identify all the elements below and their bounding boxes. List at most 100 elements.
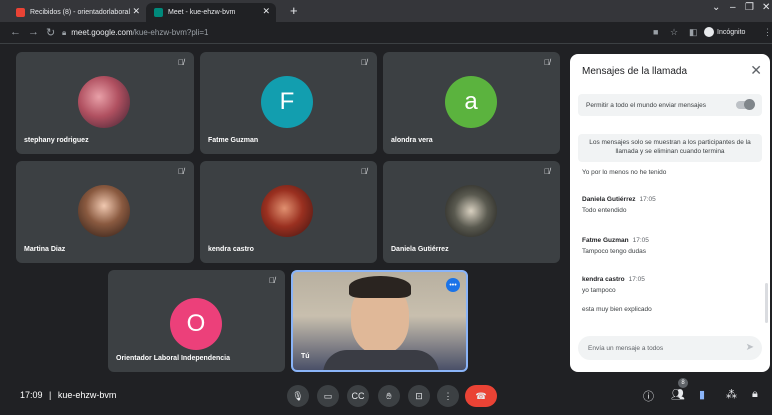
host-controls-icon[interactable]: 🔒︎ — [752, 388, 758, 401]
forward-icon[interactable]: → — [28, 26, 39, 38]
chat-message: Fatme Guzman 17:05 Tampoco tengo dudas — [582, 237, 649, 255]
close-tab-icon[interactable]: ✕ — [132, 6, 140, 17]
raise-hand-button[interactable]: ✋︎ — [378, 385, 400, 407]
camera-indicator-icon[interactable]: ■ — [653, 27, 658, 37]
message-text: Yo por lo menos no he tenido — [582, 169, 667, 176]
participant-name: Daniela Gutiérrez — [391, 246, 449, 253]
close-window-icon[interactable]: ✕ — [762, 2, 770, 13]
message-text: Tampoco tengo dudas — [582, 248, 646, 255]
avatar — [445, 185, 497, 237]
self-video-tile[interactable]: ••• Tú — [291, 270, 468, 372]
message-text: esta muy bien explicado — [582, 306, 652, 313]
chat-panel: Mensajes de la llamada ✕ Permitir a todo… — [570, 54, 770, 372]
incognito-label: Incógnito — [717, 28, 746, 36]
mic-off-icon: 🎙̸ — [178, 58, 184, 67]
message-sender: Daniela Gutiérrez — [582, 196, 636, 203]
message-time: 17:05 — [639, 196, 656, 203]
participant-tile[interactable]: 🎙̸ Daniela Gutiérrez — [383, 161, 560, 263]
browser-tab-strip: Recibidos (8) - orientadorlaboral ✕ Meet… — [0, 0, 772, 22]
tab-label: Meet - kue-ehzw-bvm — [168, 9, 236, 16]
mic-off-icon: 🎙̸ — [361, 167, 367, 176]
message-sender: Fatme Guzman — [582, 237, 629, 244]
present-icon: ⊡ — [415, 390, 423, 401]
meeting-info: 17:09 | kue-ehzw-bvm — [20, 390, 116, 400]
tab-label: Recibidos (8) - orientadorlaboral — [30, 9, 130, 16]
participant-name: Tú — [301, 353, 310, 360]
back-icon[interactable]: ← — [10, 26, 21, 38]
participant-name: stephany rodriguez — [24, 137, 89, 144]
incognito-icon — [704, 27, 714, 37]
chat-title: Mensajes de la llamada — [582, 66, 688, 77]
present-button[interactable]: ⊡ — [408, 385, 430, 407]
avatar: F — [261, 76, 313, 128]
lock-icon: 🔒︎ — [62, 27, 67, 37]
avatar: O — [170, 298, 222, 350]
participant-name: alondra vera — [391, 137, 433, 144]
message-time: 17:05 — [628, 276, 645, 283]
menu-kebab-icon[interactable]: ⋮ — [763, 27, 772, 38]
minimize-icon[interactable]: – — [730, 2, 736, 13]
chat-notice: Los mensajes solo se muestran a los part… — [578, 134, 762, 162]
activities-icon[interactable]: ⁂ — [726, 388, 737, 401]
chat-scrollbar[interactable] — [765, 283, 768, 323]
incognito-indicator[interactable]: Incógnito — [704, 27, 745, 37]
message-time: 17:05 — [632, 237, 649, 244]
permission-label: Permitir a todo el mundo enviar mensajes — [586, 101, 706, 109]
more-options-icon[interactable]: ••• — [446, 278, 460, 292]
participant-tile[interactable]: O 🎙̸ Orientador Laboral Independencia — [108, 270, 285, 372]
permission-toggle[interactable] — [736, 99, 755, 110]
self-video-hair — [349, 276, 411, 298]
hand-icon: ✋︎ — [386, 390, 392, 401]
participant-name: kendra castro — [208, 246, 254, 253]
message-sender: kendra castro — [582, 276, 625, 283]
self-video-shirt — [323, 350, 439, 370]
bookmark-star-icon[interactable]: ☆ — [670, 27, 678, 38]
microphone-button[interactable]: 🎙︎ — [287, 385, 309, 407]
url-field[interactable]: 🔒︎ meet.google.com/kue-ehzw-bvm?pli=1 — [62, 25, 642, 40]
side-panel-icon[interactable]: ◧ — [689, 27, 698, 38]
participant-name: Martina Diaz — [24, 246, 66, 253]
reload-icon[interactable]: ↻ — [46, 26, 55, 39]
participant-tile[interactable]: F 🎙̸ Fatme Guzman — [200, 52, 377, 154]
new-tab-button[interactable]: + — [290, 3, 298, 18]
end-call-button[interactable]: ☎︎ — [465, 385, 497, 407]
kebab-icon: ⋮ — [443, 390, 453, 401]
camera-button[interactable]: ▭ — [317, 385, 339, 407]
tab-search-icon[interactable]: ⌄ — [712, 2, 720, 13]
info-icon[interactable]: ⓘ — [643, 388, 654, 404]
message-input[interactable]: Envía un mensaje a todos ➤ — [578, 336, 762, 360]
mic-off-icon: 🎙̸ — [361, 58, 367, 67]
close-icon[interactable]: ✕ — [750, 62, 762, 79]
phone-hangup-icon: ☎︎ — [475, 390, 487, 401]
captions-button[interactable]: CC — [347, 385, 369, 407]
gmail-icon — [16, 8, 25, 17]
meeting-separator: | — [49, 390, 52, 400]
participant-tile[interactable]: 🎙̸ Martina Diaz — [16, 161, 194, 263]
message-placeholder: Envía un mensaje a todos — [588, 344, 664, 352]
meet-icon — [154, 8, 163, 17]
mic-off-icon: 🎙̸ — [269, 276, 275, 285]
mic-off-icon: 🎙̸ — [544, 58, 550, 67]
tab-gmail[interactable]: Recibidos (8) - orientadorlaboral ✕ — [8, 3, 146, 22]
address-bar: ← → ↻ 🔒︎ meet.google.com/kue-ehzw-bvm?pl… — [0, 22, 772, 44]
chat-message: esta muy bien explicado — [582, 306, 652, 313]
microphone-icon: 🎙︎ — [292, 390, 304, 401]
close-tab-icon[interactable]: ✕ — [262, 6, 270, 17]
captions-icon: CC — [351, 391, 365, 401]
url-host: meet.google.com — [71, 28, 133, 37]
meeting-time: 17:09 — [20, 390, 43, 400]
tab-meet[interactable]: Meet - kue-ehzw-bvm ✕ — [146, 3, 276, 22]
more-options-button[interactable]: ⋮ — [437, 385, 459, 407]
permission-toggle-row[interactable]: Permitir a todo el mundo enviar mensajes — [578, 94, 762, 116]
message-text: Todo entendido — [582, 207, 627, 214]
participant-count-badge: 8 — [678, 378, 688, 388]
participant-tile[interactable]: 🎙̸ kendra castro — [200, 161, 377, 263]
restore-icon[interactable]: ❐ — [745, 2, 754, 13]
participant-tile[interactable]: 🎙̸ stephany rodriguez — [16, 52, 194, 154]
send-icon[interactable]: ➤ — [746, 342, 754, 353]
meeting-controls-bar: 17:09 | kue-ehzw-bvm 🎙︎ ▭ CC ✋︎ ⊡ ⋮ ☎︎ ⓘ… — [0, 378, 772, 415]
participant-tile[interactable]: a 🎙̸ alondra vera — [383, 52, 560, 154]
avatar: a — [445, 76, 497, 128]
people-icon[interactable]: 👥︎ — [671, 388, 685, 401]
chat-icon[interactable]: ▮ — [699, 388, 705, 401]
